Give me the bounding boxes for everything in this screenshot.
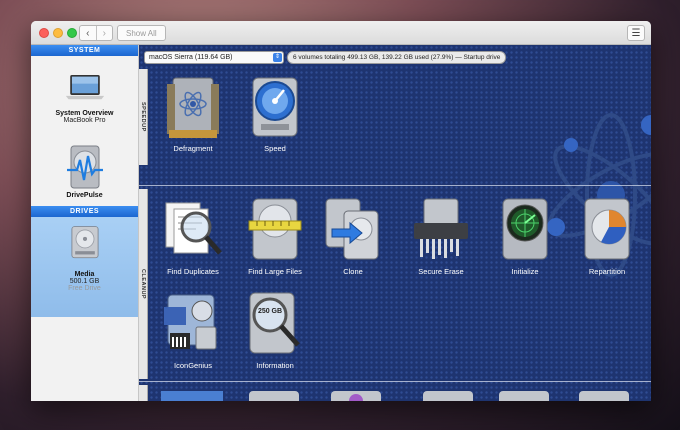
secure-erase-tool[interactable]: Secure Erase	[403, 195, 479, 276]
speedup-section: SPEEDUP Defragment Speed	[139, 69, 651, 165]
repartition-icon	[584, 198, 630, 260]
info-badge-label: 250 GB	[258, 308, 282, 315]
tool-label: Repartition	[588, 267, 626, 276]
tool-label: Defragment	[173, 144, 213, 153]
sidebar-item-label: Media	[74, 271, 95, 278]
forward-button[interactable]: ›	[95, 26, 113, 40]
sidebar-item-drivepulse[interactable]: DrivePulse	[31, 144, 138, 206]
defragment-tool[interactable]: Defragment	[155, 74, 231, 153]
section-tab-speedup: SPEEDUP	[139, 69, 148, 165]
tool-label: Secure Erase	[418, 267, 464, 276]
tool-label: Find Large Files	[248, 267, 302, 276]
sidebar-header-drives: DRIVES	[31, 206, 138, 217]
next-section	[139, 385, 651, 401]
tool-label: Initialize	[511, 267, 539, 276]
back-button[interactable]: ‹	[80, 26, 96, 40]
repartition-tool[interactable]: Repartition	[569, 195, 645, 276]
sidebar: SYSTEM System Overview MacBook Pro Drive…	[31, 45, 139, 401]
cleanup-section: CLEANUP Find Duplicates Find Large Files…	[139, 189, 651, 381]
find-duplicates-icon	[165, 202, 222, 255]
main-panel: macOS Sierra (119.64 GB) ⇕ 6 volumes tot…	[139, 45, 651, 401]
app-window: ‹ › Show All ☰ SYSTEM System Overview Ma…	[31, 21, 651, 401]
find-duplicates-tool[interactable]: Find Duplicates	[155, 195, 231, 276]
sidebar-item-label: System Overview	[55, 110, 114, 117]
close-window-button[interactable]	[39, 28, 49, 38]
volume-select[interactable]: macOS Sierra (119.64 GB) ⇕	[144, 50, 284, 64]
section-divider	[139, 185, 651, 186]
volume-toolbar: macOS Sierra (119.64 GB) ⇕ 6 volumes tot…	[139, 49, 651, 65]
chevron-updown-icon: ⇕	[273, 52, 282, 62]
sidebar-item-label: DrivePulse	[66, 192, 103, 199]
icongenius-tool[interactable]: IconGenius	[155, 289, 231, 370]
macbook-icon	[65, 74, 104, 100]
sidebar-item-system-overview[interactable]: System Overview MacBook Pro	[31, 56, 138, 142]
volume-select-value: macOS Sierra (119.64 GB)	[149, 53, 233, 61]
secure-erase-icon	[414, 198, 468, 259]
find-large-files-tool[interactable]: Find Large Files	[237, 195, 313, 276]
information-icon: 250 GB	[249, 292, 300, 354]
tool-label: IconGenius	[174, 361, 212, 370]
partial-tools-row	[161, 391, 629, 401]
volume-info-label: 6 volumes totaling 499.13 GB, 139.22 GB …	[287, 50, 507, 64]
hard-drive-icon	[71, 226, 98, 259]
section-tab-cleanup: CLEANUP	[139, 189, 148, 379]
show-all-button[interactable]: Show All	[117, 25, 166, 41]
sidebar-item-media-drive[interactable]: Media 500.1 GB Free Drive	[31, 217, 138, 317]
tool-label: Clone	[343, 267, 363, 276]
clone-icon	[325, 198, 379, 260]
speed-icon	[252, 77, 298, 137]
initialize-icon	[502, 198, 548, 260]
list-view-button[interactable]: ☰	[627, 25, 645, 41]
tool-label: Find Duplicates	[167, 267, 219, 276]
minimize-window-button[interactable]	[53, 28, 63, 38]
tool-label: Information	[256, 361, 294, 370]
information-tool[interactable]: 250 GB Information	[237, 289, 313, 370]
clone-tool[interactable]: Clone	[315, 195, 391, 276]
section-divider	[139, 381, 651, 382]
nav-buttons: ‹ ›	[79, 25, 113, 41]
tool-label: Speed	[264, 144, 286, 153]
sidebar-item-status: Free Drive	[68, 285, 101, 292]
speed-tool[interactable]: Speed	[237, 74, 313, 153]
list-icon: ☰	[631, 27, 641, 39]
find-large-files-icon	[248, 198, 302, 260]
sidebar-item-sub: MacBook Pro	[63, 117, 106, 124]
initialize-tool[interactable]: Initialize	[487, 195, 563, 276]
title-bar: ‹ › Show All ☰	[31, 21, 651, 45]
sidebar-item-size: 500.1 GB	[69, 278, 100, 285]
icongenius-icon	[164, 294, 217, 350]
zoom-window-button[interactable]	[67, 28, 77, 38]
sidebar-header-system: SYSTEM	[31, 45, 138, 56]
defragment-icon	[167, 77, 219, 138]
drivepulse-icon	[66, 145, 103, 189]
